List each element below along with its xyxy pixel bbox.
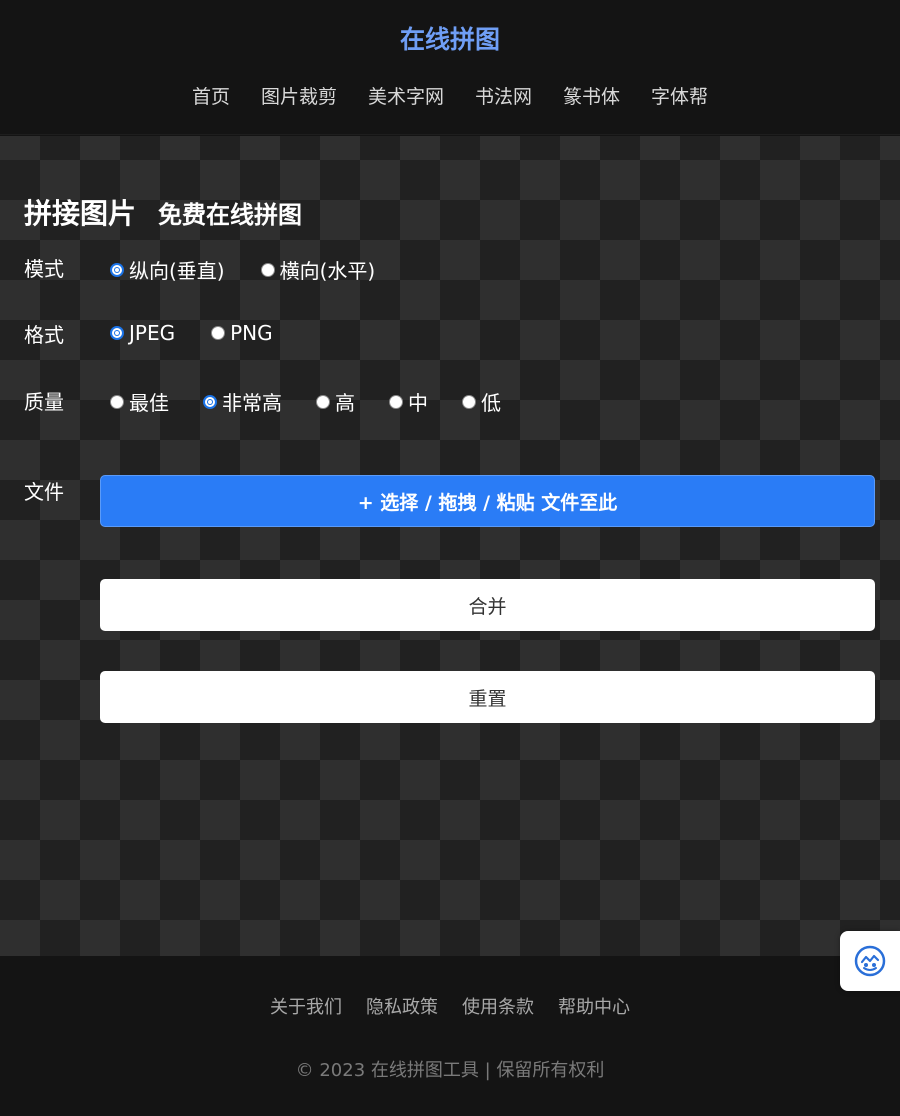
nav-art-font[interactable]: 美术字网: [368, 82, 444, 109]
quality-medium-label: 中: [408, 391, 428, 415]
format-jpeg-radio[interactable]: JPEG: [110, 321, 175, 345]
quality-label: 质量: [24, 390, 64, 414]
quality-best-radio[interactable]: 最佳: [110, 387, 169, 416]
format-radio-group: JPEG PNG: [110, 321, 309, 345]
nav-font-help[interactable]: 字体帮: [651, 82, 708, 109]
mode-label: 模式: [24, 257, 64, 281]
quality-very-high-radio[interactable]: 非常高: [203, 387, 282, 416]
site-title[interactable]: 在线拼图: [0, 20, 900, 56]
nav-calligraphy[interactable]: 书法网: [475, 82, 532, 109]
page-subtitle: 免费在线拼图: [158, 201, 303, 229]
quality-low-label: 低: [481, 391, 501, 415]
radio-unchecked-icon[interactable]: [389, 394, 403, 409]
page-title: 拼接图片: [24, 197, 137, 230]
footer-link-help[interactable]: 帮助中心: [558, 993, 630, 1019]
merge-button[interactable]: 合并: [100, 579, 875, 631]
nav-image-crop[interactable]: 图片裁剪: [261, 82, 337, 109]
quality-best-label: 最佳: [129, 391, 169, 415]
quality-radio-group: 最佳 非常高 高 中 低: [110, 387, 537, 416]
format-label: 格式: [24, 323, 64, 347]
site-header: 在线拼图 首页 图片裁剪 美术字网 书法网 篆书体 字体帮: [0, 0, 900, 135]
radio-unchecked-icon[interactable]: [211, 326, 226, 340]
floating-assistant-button[interactable]: [840, 931, 900, 991]
mode-horizontal-label: 横向(水平): [279, 259, 376, 283]
radio-checked-icon[interactable]: [110, 262, 124, 277]
quality-medium-radio[interactable]: 中: [389, 387, 428, 416]
copyright-text: © 2023 在线拼图工具 | 保留所有权利: [295, 1060, 605, 1081]
footer-links: 关于我们 隐私政策 使用条款 帮助中心: [0, 993, 900, 1019]
nav-seal-script[interactable]: 篆书体: [563, 82, 620, 109]
file-label: 文件: [24, 480, 64, 504]
page-heading: 拼接图片 免费在线拼图: [24, 192, 302, 232]
mode-horizontal-radio[interactable]: 横向(水平): [260, 255, 376, 284]
mode-vertical-radio[interactable]: 纵向(垂直): [110, 255, 225, 284]
footer-link-about[interactable]: 关于我们: [270, 993, 342, 1019]
radio-unchecked-icon[interactable]: [316, 394, 330, 409]
quality-high-label: 高: [335, 391, 355, 415]
radio-checked-icon[interactable]: [110, 326, 124, 340]
radio-unchecked-icon[interactable]: [260, 262, 275, 277]
main-nav: 首页 图片裁剪 美术字网 书法网 篆书体 字体帮: [0, 82, 900, 109]
footer-link-terms[interactable]: 使用条款: [462, 993, 534, 1019]
assistant-icon: [854, 945, 886, 977]
radio-unchecked-icon[interactable]: [462, 394, 476, 409]
footer-link-privacy[interactable]: 隐私政策: [366, 993, 438, 1019]
radio-checked-icon[interactable]: [203, 394, 217, 409]
mode-vertical-label: 纵向(垂直): [129, 259, 225, 283]
quality-high-radio[interactable]: 高: [316, 387, 355, 416]
reset-button[interactable]: 重置: [100, 671, 875, 723]
nav-home[interactable]: 首页: [192, 82, 230, 109]
format-png-radio[interactable]: PNG: [211, 321, 273, 345]
format-jpeg-label: JPEG: [129, 321, 176, 345]
site-footer: 关于我们 隐私政策 使用条款 帮助中心 © 2023 在线拼图工具 | 保留所有…: [0, 956, 900, 1116]
quality-low-radio[interactable]: 低: [462, 387, 501, 416]
format-png-label: PNG: [230, 321, 273, 345]
main-panel: 拼接图片 免费在线拼图 模式 纵向(垂直) 横向(水平) 格式 JPEG PNG…: [0, 136, 900, 956]
radio-unchecked-icon[interactable]: [110, 394, 124, 409]
mode-radio-group: 纵向(垂直) 横向(水平): [110, 255, 411, 284]
file-upload-button[interactable]: + 选择 / 拖拽 / 粘贴 文件至此: [100, 475, 875, 527]
quality-very-high-label: 非常高: [222, 391, 282, 415]
